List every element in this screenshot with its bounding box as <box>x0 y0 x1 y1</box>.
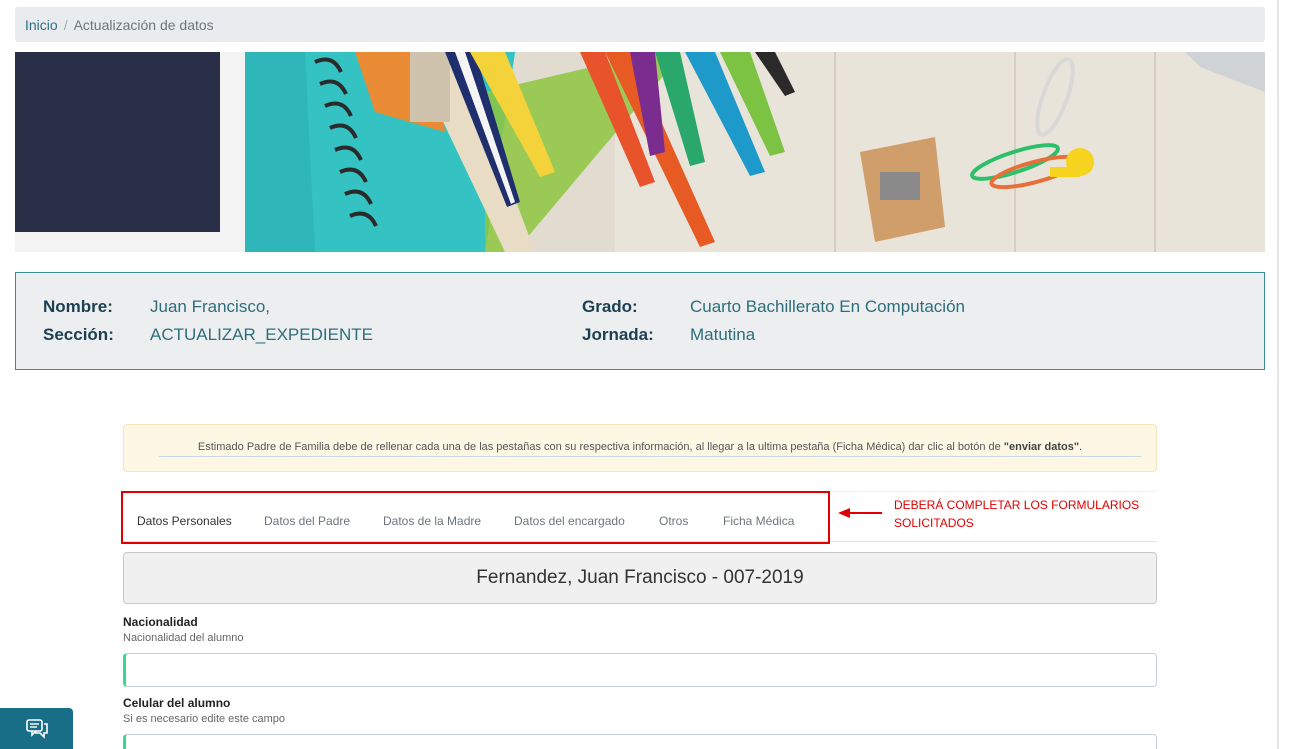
nationality-label: Nacionalidad <box>123 615 198 629</box>
student-phone-help: Si es necesario edite este campo <box>123 713 286 725</box>
tab-datos-personales[interactable]: Datos Personales <box>137 514 232 528</box>
nationality-input[interactable] <box>123 653 1157 687</box>
tabs-top-divider <box>829 491 1157 492</box>
notice-end: . <box>1079 441 1083 453</box>
form-tabs-highlight: Datos Personales Datos del Padre Datos d… <box>121 491 830 544</box>
notice-message: Estimado Padre de Familia debe de rellen… <box>197 441 1004 453</box>
instructions-notice: Estimado Padre de Familia debe de rellen… <box>123 424 1157 472</box>
shift-value: Matutina <box>690 325 756 344</box>
nationality-help: Nacionalidad del alumno <box>123 632 244 644</box>
section-label: Sección: <box>43 325 114 344</box>
breadcrumb: Inicio / Actualización de datos <box>15 7 1265 42</box>
page-right-border <box>1277 0 1279 749</box>
tab-datos-del-encargado[interactable]: Datos del encargado <box>514 514 625 528</box>
chat-button[interactable] <box>0 708 73 749</box>
breadcrumb-home-link[interactable]: Inicio <box>25 17 58 33</box>
tab-datos-del-padre[interactable]: Datos del Padre <box>264 514 350 528</box>
chat-icon <box>25 718 48 739</box>
notice-bold: "enviar datos" <box>1003 441 1080 453</box>
annotation-line-2: SOLICITADOS <box>894 516 974 530</box>
annotation-text: DEBERÁ COMPLETAR LOS FORMULARIOS SOLICIT… <box>894 496 1194 532</box>
student-info-panel: Nombre: Juan Francisco, Sección: ACTUALI… <box>15 272 1265 370</box>
name-value: Juan Francisco, <box>150 297 270 316</box>
breadcrumb-current: Actualización de datos <box>73 16 214 33</box>
school-supplies-banner <box>15 52 1265 252</box>
student-card-title: Fernandez, Juan Francisco - 007-2019 <box>123 552 1157 604</box>
student-phone-input[interactable] <box>123 734 1157 749</box>
notice-divider <box>159 456 1141 457</box>
grade-label: Grado: <box>582 297 638 316</box>
annotation-arrow-icon <box>838 508 882 518</box>
grade-value: Cuarto Bachillerato En Computación <box>690 297 965 316</box>
shift-label: Jornada: <box>582 325 654 344</box>
annotation-line-1: DEBERÁ COMPLETAR LOS FORMULARIOS <box>894 498 1140 512</box>
tab-otros[interactable]: Otros <box>659 514 688 528</box>
breadcrumb-separator: / <box>63 16 68 33</box>
section-value: ACTUALIZAR_EXPEDIENTE <box>150 325 373 344</box>
tab-datos-de-la-madre[interactable]: Datos de la Madre <box>383 514 481 528</box>
student-phone-label: Celular del alumno <box>123 696 231 710</box>
tab-ficha-medica[interactable]: Ficha Médica <box>723 514 794 528</box>
notice-text: Estimado Padre de Familia debe de rellen… <box>124 441 1156 453</box>
name-label: Nombre: <box>43 297 113 316</box>
